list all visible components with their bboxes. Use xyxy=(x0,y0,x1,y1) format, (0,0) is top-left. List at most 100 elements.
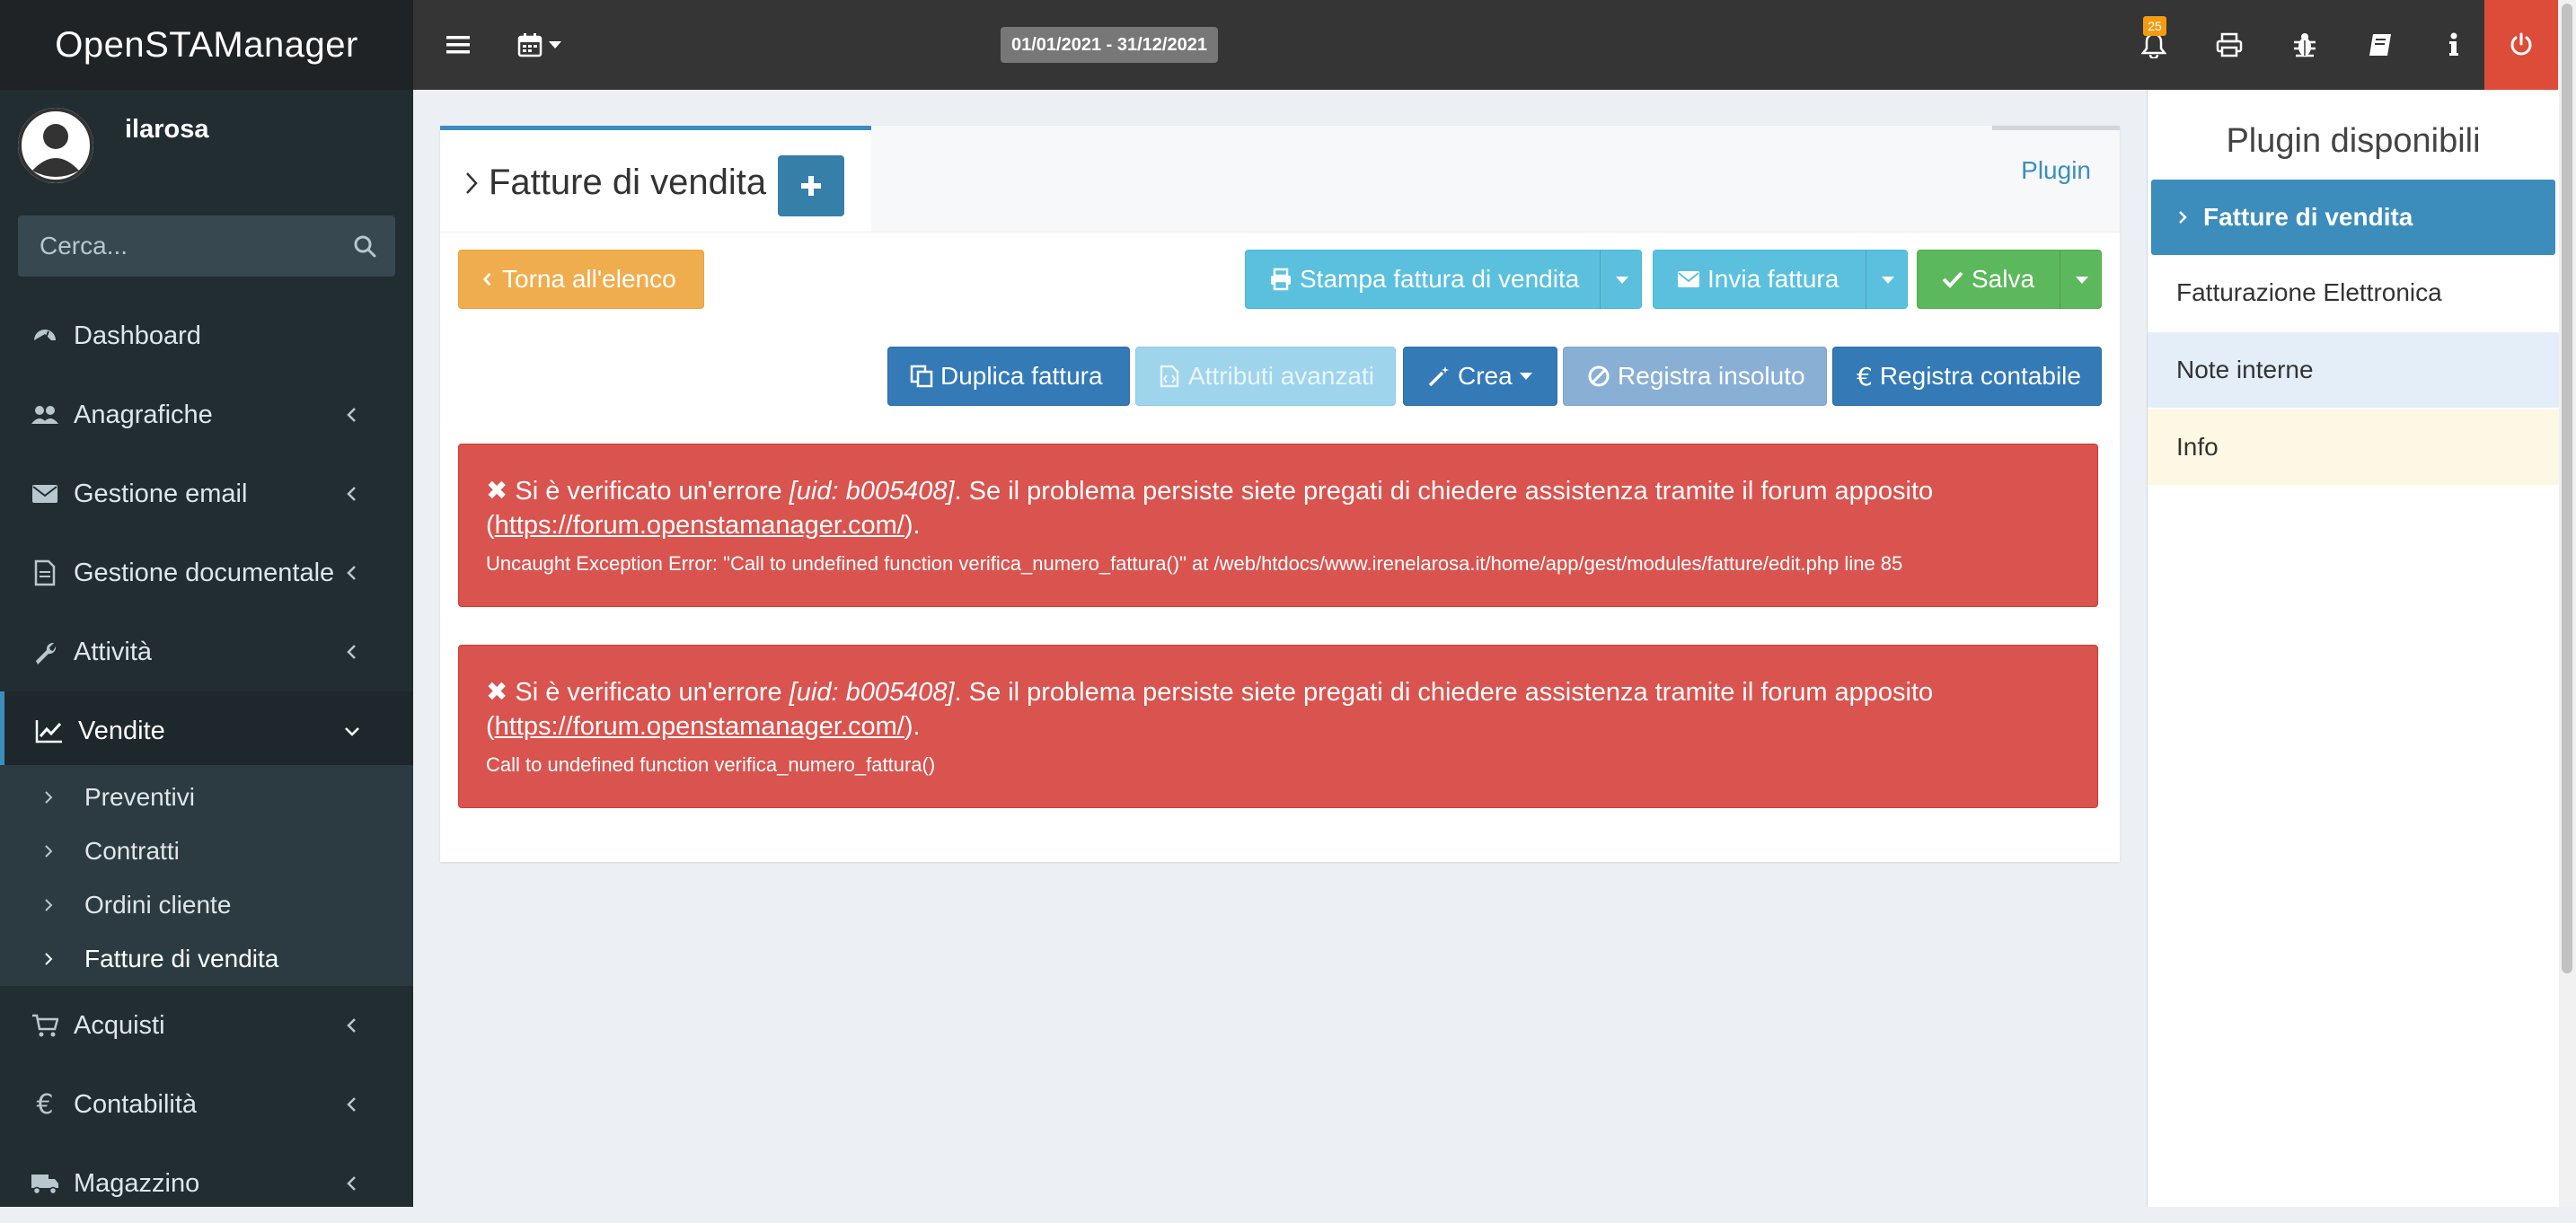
guide-button[interactable] xyxy=(2353,0,2407,90)
chevron-right-icon xyxy=(45,953,53,965)
add-button[interactable] xyxy=(778,155,844,216)
search-input[interactable] xyxy=(18,216,341,277)
vendite-submenu: Preventivi Contratti Ordini cliente Fatt… xyxy=(0,765,413,986)
date-range-badge[interactable]: 01/01/2021 - 31/12/2021 xyxy=(1001,27,1218,63)
alert-detail: Uncaught Exception Error: "Call to undef… xyxy=(486,552,1903,575)
send-invoice-button[interactable]: Invia fattura xyxy=(1653,250,1910,310)
sidebar-item-anagrafiche[interactable]: Anagrafiche xyxy=(0,375,413,454)
file-code-icon xyxy=(1160,365,1179,388)
save-dropdown-toggle[interactable] xyxy=(2060,251,2104,310)
notification-count-badge: 25 xyxy=(2143,16,2166,36)
chevron-left-icon xyxy=(482,272,491,286)
save-button[interactable]: Salva xyxy=(1917,250,2104,310)
caret-down-icon xyxy=(549,41,561,48)
info-button[interactable] xyxy=(2427,0,2481,90)
back-to-list-button[interactable]: Torna all'elenco xyxy=(458,250,704,309)
tab-plugin[interactable]: Plugin xyxy=(2021,156,2091,185)
plugin-item-note-interne[interactable]: Note interne xyxy=(2148,332,2559,408)
send-invoice-dropdown-toggle[interactable] xyxy=(1866,251,1910,310)
chevron-left-icon xyxy=(347,1097,356,1112)
advanced-attributes-button[interactable]: Attributi avanzati xyxy=(1135,347,1396,406)
create-label: Crea xyxy=(1458,362,1513,390)
sidebar-subitem-label: Contratti xyxy=(84,837,180,865)
cart-icon xyxy=(29,1009,61,1042)
send-invoice-label: Invia fattura xyxy=(1707,265,1839,293)
alert-prefix: Si è verificato un'errore xyxy=(515,477,790,506)
sidebar-item-contabilita[interactable]: € Contabilità xyxy=(0,1065,413,1144)
print-button[interactable] xyxy=(2202,0,2256,90)
sidebar-item-label: Dashboard xyxy=(74,321,201,350)
chevron-left-icon xyxy=(347,1176,356,1191)
dashboard-icon xyxy=(29,320,61,352)
sidebar-item-label: Magazzino xyxy=(74,1168,200,1198)
calendar-dropdown-button[interactable] xyxy=(508,0,571,90)
sidebar-toggle-button[interactable] xyxy=(431,0,485,90)
printer-icon xyxy=(2216,32,2243,57)
plugins-panel: Plugin disponibili Fatture di vendita Fa… xyxy=(2147,90,2559,1207)
alert-prefix: Si è verificato un'errore xyxy=(515,678,790,707)
username[interactable]: ilarosa xyxy=(125,115,209,145)
scrollbar-thumb[interactable] xyxy=(2562,4,2572,973)
main-card: Fatture di vendita Plugin Torna all'elen… xyxy=(440,126,2120,862)
line-chart-icon xyxy=(33,715,66,747)
chevron-left-icon xyxy=(347,408,356,422)
sidebar-item-gestione-email[interactable]: Gestione email xyxy=(0,454,413,533)
truck-icon xyxy=(29,1167,61,1200)
sidebar-item-gestione-documentale[interactable]: Gestione documentale xyxy=(0,533,413,612)
times-icon: ✖ xyxy=(486,676,508,707)
users-icon xyxy=(29,399,61,431)
sidebar-item-label: Vendite xyxy=(78,716,165,745)
sidebar-item-attivita[interactable]: Attività xyxy=(0,612,413,691)
chevron-right-icon xyxy=(466,172,478,194)
forum-link[interactable]: https://forum.openstamanager.com/ xyxy=(495,712,904,741)
tab-plugin-indicator xyxy=(1992,126,2120,130)
logout-button[interactable] xyxy=(2484,0,2558,90)
sidebar-item-vendite[interactable]: Vendite xyxy=(0,691,413,770)
plus-icon xyxy=(801,176,821,196)
app-logo[interactable]: OpenSTAManager xyxy=(0,0,413,90)
copy-icon xyxy=(910,365,933,388)
tab-fatture-di-vendita[interactable]: Fatture di vendita xyxy=(440,126,871,232)
envelope-icon xyxy=(1678,271,1699,287)
create-dropdown-button[interactable]: Crea xyxy=(1403,347,1557,406)
sidebar-item-label: Acquisti xyxy=(74,1010,165,1040)
caret-down-icon xyxy=(1616,277,1628,284)
alert-link-close: ). xyxy=(904,712,921,741)
sidebar-subitem-preventivi[interactable]: Preventivi xyxy=(0,770,413,824)
debug-button[interactable] xyxy=(2278,0,2332,90)
print-invoice-dropdown-toggle[interactable] xyxy=(1600,251,1644,310)
plugin-item-info[interactable]: Info xyxy=(2148,409,2559,485)
duplicate-label: Duplica fattura xyxy=(940,362,1103,390)
forum-link[interactable]: https://forum.openstamanager.com/ xyxy=(495,511,904,540)
notifications-button[interactable] xyxy=(2127,0,2181,90)
advanced-attributes-label: Attributi avanzati xyxy=(1188,362,1374,390)
sidebar-subitem-fatture-di-vendita[interactable]: Fatture di vendita xyxy=(0,932,413,986)
chevron-right-icon xyxy=(45,899,53,911)
error-alert: ✖ Si è verificato un'errore [uid: b00540… xyxy=(458,645,2098,808)
error-alert: ✖ Si è verificato un'errore [uid: b00540… xyxy=(458,444,2098,607)
document-icon xyxy=(29,557,61,589)
search-icon[interactable] xyxy=(352,233,377,259)
sidebar-item-dashboard[interactable]: Dashboard xyxy=(0,296,413,375)
bug-icon xyxy=(2294,33,2316,57)
hamburger-icon xyxy=(446,36,470,54)
chevron-left-icon xyxy=(347,566,356,580)
avatar-icon[interactable] xyxy=(18,108,93,183)
sidebar-item-acquisti[interactable]: Acquisti xyxy=(0,986,413,1065)
euro-icon: € xyxy=(36,1088,54,1121)
duplicate-invoice-button[interactable]: Duplica fattura xyxy=(887,347,1130,406)
register-accounting-button[interactable]: € Registra contabile xyxy=(1832,347,2102,406)
page-scrollbar[interactable] xyxy=(2558,0,2576,1207)
alert-message: ✖ Si è verificato un'errore [uid: b00540… xyxy=(486,475,2085,506)
sidebar-subitem-ordini-cliente[interactable]: Ordini cliente xyxy=(0,878,413,932)
chevron-right-icon xyxy=(45,791,53,804)
plugin-item-fatture-di-vendita[interactable]: Fatture di vendita xyxy=(2151,180,2555,255)
register-accounting-label: Registra contabile xyxy=(1879,362,2081,390)
sidebar-subitem-contratti[interactable]: Contratti xyxy=(0,824,413,878)
alert-text: . Se il problema persiste siete pregati … xyxy=(954,678,1934,707)
print-invoice-button[interactable]: Stampa fattura di vendita xyxy=(1245,250,1644,310)
sidebar-item-magazzino[interactable]: Magazzino xyxy=(0,1144,413,1223)
caret-down-icon xyxy=(2076,277,2088,284)
register-unpaid-button[interactable]: Registra insoluto xyxy=(1563,347,1827,406)
plugin-item-fatturazione-elettronica[interactable]: Fatturazione Elettronica xyxy=(2148,255,2559,330)
